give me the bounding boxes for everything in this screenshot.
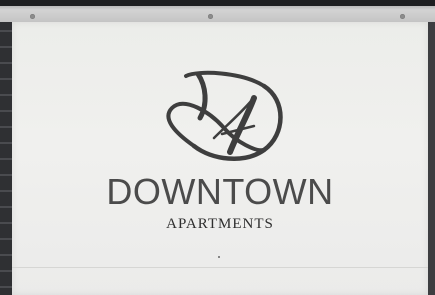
sign-panel: DOWNTOWN APARTMENTS — [12, 22, 428, 295]
da-monogram-logo — [166, 70, 283, 161]
wall-edge — [428, 22, 435, 295]
brand-subtitle: APARTMENTS — [166, 216, 274, 232]
small-dot — [218, 256, 220, 258]
panel-seam-divider — [12, 267, 428, 268]
photo-scene: DOWNTOWN APARTMENTS — [0, 0, 435, 295]
brand-name: DOWNTOWN — [106, 171, 334, 212]
top-mounting-rail — [0, 0, 435, 22]
bolt-icon — [208, 14, 213, 19]
bolt-icon — [30, 14, 35, 19]
bolt-icon — [400, 14, 405, 19]
